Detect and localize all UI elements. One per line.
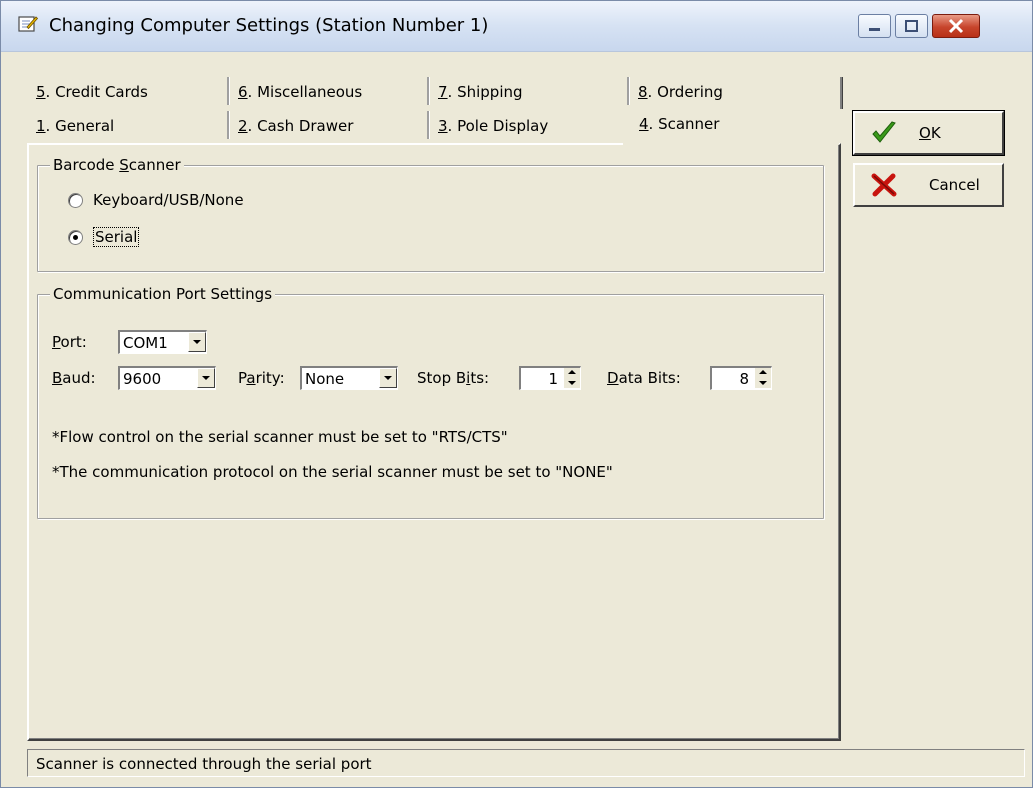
stop-bits-label: Stop Bits:	[417, 369, 490, 387]
parity-select[interactable]: None	[300, 366, 398, 390]
settings-edit-icon	[18, 16, 38, 32]
tab-scanner[interactable]: 4. Scanner	[623, 109, 839, 145]
minimize-icon	[869, 28, 880, 31]
cancel-button[interactable]: Cancel	[853, 163, 1004, 207]
ok-button-label: OK	[919, 124, 941, 142]
port-select[interactable]: COM1	[118, 330, 207, 354]
tab-row-edge	[840, 77, 842, 109]
maximize-button[interactable]	[895, 14, 928, 38]
window-title: Changing Computer Settings (Station Numb…	[49, 15, 489, 36]
communication-port-group-label: Communication Port Settings	[50, 285, 276, 303]
title-bar[interactable]: Changing Computer Settings (Station Numb…	[1, 1, 1032, 52]
tab-shipping[interactable]: 7. Shipping	[427, 77, 627, 105]
barcode-scanner-group: Barcode Scanner Keyboard/USB/None Serial	[37, 156, 824, 272]
data-bits-label: Data Bits:	[607, 369, 681, 387]
ok-button[interactable]: OK	[852, 110, 1005, 156]
cancel-button-label: Cancel	[929, 176, 980, 194]
barcode-scanner-group-label: Barcode Scanner	[50, 156, 184, 174]
red-x-icon	[871, 173, 897, 197]
radio-serial[interactable]: Serial	[68, 227, 140, 250]
maximize-icon	[905, 20, 918, 32]
dialog-client-area: 5. Credit Cards 6. Miscellaneous 7. Ship…	[9, 52, 1026, 780]
spin-down-icon[interactable]	[755, 378, 771, 388]
radio-keyboard-usb-none[interactable]: Keyboard/USB/None	[68, 191, 244, 213]
dialog-window: Changing Computer Settings (Station Numb…	[0, 0, 1033, 788]
protocol-note: *The communication protocol on the seria…	[52, 463, 613, 481]
spin-up-icon[interactable]	[755, 368, 771, 378]
status-bar: Scanner is connected through the serial …	[27, 749, 1025, 777]
flow-control-note: *Flow control on the serial scanner must…	[52, 428, 508, 446]
chevron-down-icon[interactable]	[188, 332, 206, 352]
baud-label: Baud:	[52, 369, 96, 387]
tab-general[interactable]: 1. General	[27, 111, 227, 139]
chevron-down-icon[interactable]	[379, 368, 397, 388]
tab-miscellaneous[interactable]: 6. Miscellaneous	[227, 77, 427, 105]
tab-pole-display[interactable]: 3. Pole Display	[427, 111, 623, 139]
close-icon	[948, 18, 964, 34]
scanner-tab-panel: Barcode Scanner Keyboard/USB/None Serial…	[27, 143, 841, 741]
stop-bits-spinner[interactable]: 1	[519, 366, 581, 390]
tab-credit-cards[interactable]: 5. Credit Cards	[27, 77, 227, 105]
checkmark-icon	[872, 121, 896, 143]
close-button[interactable]	[932, 14, 980, 38]
port-label: Port:	[52, 333, 87, 351]
baud-select[interactable]: 9600	[118, 366, 216, 390]
tab-ordering[interactable]: 8. Ordering	[627, 77, 839, 105]
data-bits-spinner[interactable]: 8	[710, 366, 772, 390]
minimize-button[interactable]	[858, 14, 891, 38]
spin-down-icon[interactable]	[564, 378, 580, 388]
spin-up-icon[interactable]	[564, 368, 580, 378]
chevron-down-icon[interactable]	[197, 368, 215, 388]
tab-cash-drawer[interactable]: 2. Cash Drawer	[227, 111, 427, 139]
radio-button-unchecked[interactable]	[68, 193, 83, 208]
communication-port-group: Communication Port Settings Port: COM1 B…	[37, 285, 824, 519]
parity-label: Parity:	[238, 369, 285, 387]
radio-button-checked[interactable]	[68, 230, 83, 245]
